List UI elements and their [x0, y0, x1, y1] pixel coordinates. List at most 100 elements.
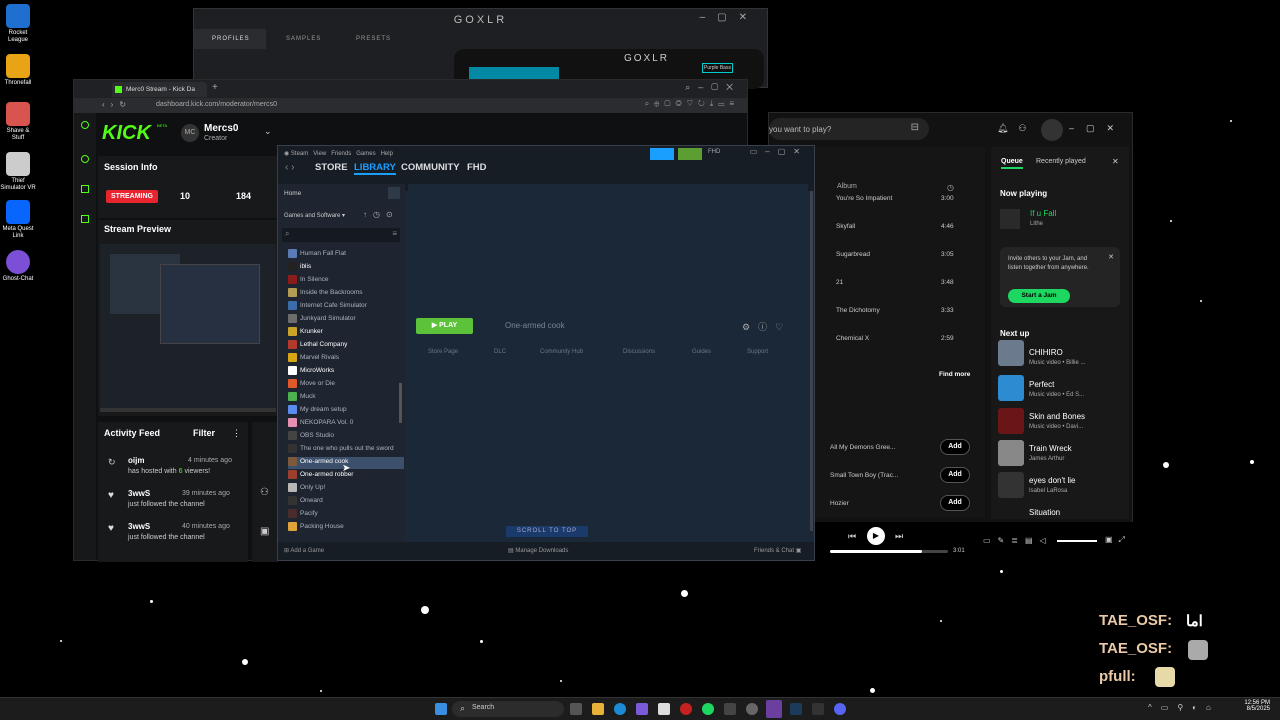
game-list-item[interactable]: Lethal Company — [288, 340, 404, 352]
people-icon[interactable]: ⚇ — [260, 487, 269, 498]
track-album[interactable]: 21 — [836, 279, 843, 286]
tab-guides[interactable]: Guides — [692, 349, 711, 355]
queue-track-title[interactable]: Perfect — [1029, 380, 1054, 389]
goxlr-tab-profiles[interactable]: PROFILES — [212, 36, 250, 42]
previous-icon[interactable]: ⏮ — [848, 531, 856, 542]
new-tab-icon[interactable]: + — [212, 82, 218, 93]
desktop-icon-meta-quest-link[interactable]: Meta Quest Link — [0, 200, 36, 240]
desktop-icon-ghost-chat[interactable]: Ghost-Chat — [0, 250, 36, 283]
task-view-icon[interactable] — [570, 703, 582, 715]
nav-store[interactable]: STORE — [315, 162, 348, 173]
game-list-item[interactable]: iblis — [288, 262, 404, 274]
add-track-button[interactable]: Add — [940, 495, 970, 511]
game-list-item[interactable]: MicroWorks — [288, 366, 404, 378]
profile-avatar[interactable] — [1041, 119, 1063, 141]
spotify-icon[interactable] — [702, 703, 714, 715]
capcut-icon[interactable] — [812, 703, 824, 715]
queue-track-sub[interactable]: Music video • Billie ... — [1029, 360, 1085, 366]
menu-friends[interactable]: Friends — [331, 151, 351, 157]
library-search-input[interactable]: ⌕ ≡ — [282, 228, 400, 242]
play-game-button[interactable]: ▶ PLAY — [416, 318, 473, 334]
discord-icon[interactable] — [834, 703, 846, 715]
queue-track-sub[interactable]: Isabel LaRosa — [1029, 488, 1067, 494]
game-list-item[interactable]: Junkyard Simulator — [288, 314, 404, 326]
channel-avatar[interactable]: MC — [181, 124, 199, 142]
recommended-track[interactable]: Small Town Boy (Trac... — [830, 472, 898, 479]
game-list-item[interactable]: Internet Cafe Simulator — [288, 301, 404, 313]
tab-support[interactable]: Support — [747, 349, 768, 355]
menu-view[interactable]: View — [313, 151, 326, 157]
desktop-icon-rocket-league[interactable]: Rocket League — [0, 4, 36, 44]
copilot-icon[interactable] — [636, 703, 648, 715]
game-list-item[interactable]: Muck — [288, 392, 404, 404]
library-filter-dropdown[interactable]: Games and Software ▾ — [284, 212, 345, 219]
feed-user[interactable]: oijm — [128, 456, 144, 465]
nav-library[interactable]: LIBRARY — [354, 162, 396, 175]
playback-progress[interactable] — [830, 550, 948, 553]
scroll-to-top-button[interactable]: SCROLL TO TOP — [506, 526, 588, 537]
tab-discussions[interactable]: Discussions — [623, 349, 655, 355]
grid-view-icon[interactable] — [388, 187, 400, 199]
sidebar-chat-icon[interactable] — [81, 215, 89, 223]
add-track-button[interactable]: Add — [940, 439, 970, 455]
start-windows-icon[interactable] — [435, 703, 447, 715]
now-playing-title[interactable]: If u Fall — [1030, 209, 1056, 218]
kick-logo[interactable]: KICK — [102, 122, 151, 145]
tab-dlc[interactable]: DLC — [494, 349, 506, 355]
obs-icon[interactable] — [766, 700, 782, 718]
sidebar-home-icon[interactable] — [81, 121, 89, 129]
game-list-item[interactable]: My dream setup — [288, 405, 404, 417]
add-game-button[interactable]: ⊞ Add a Game — [284, 547, 324, 554]
sidebar-video-icon[interactable] — [81, 185, 89, 193]
queue-track-title[interactable]: CHIHIRO — [1029, 348, 1063, 357]
game-list-item[interactable]: Move or Die — [288, 379, 404, 391]
now-playing-artist[interactable]: Lithe — [1030, 221, 1043, 227]
feed-user[interactable]: 3wwS — [128, 489, 150, 498]
friends-chat-button[interactable]: Friends & Chat ▣ — [754, 547, 801, 554]
add-track-button[interactable]: Add — [940, 467, 970, 483]
taskbar-search-box[interactable]: ⌕ Search — [452, 701, 564, 717]
game-list-item[interactable]: Marvel Rivals — [288, 353, 404, 365]
recommended-track[interactable]: All My Demons Gree... — [830, 444, 895, 451]
menu-help[interactable]: Help — [381, 151, 393, 157]
player-extra-icons[interactable]: ▭✎≣▤◁ — [983, 536, 1053, 545]
game-list-item[interactable]: Only Up! — [288, 483, 404, 495]
notifications-icon[interactable] — [678, 148, 702, 160]
recommended-track[interactable]: Hozier — [830, 500, 849, 507]
panel-icon[interactable]: ▣ — [260, 526, 269, 537]
announcements-icon[interactable] — [650, 148, 674, 160]
game-list-item[interactable]: Onward — [288, 496, 404, 508]
game-list-item[interactable]: OBS Studio — [288, 431, 404, 443]
track-album[interactable]: The Dichotomy — [836, 307, 880, 314]
game-list-item[interactable]: Packing House — [288, 522, 404, 534]
game-list-item[interactable]: In Silence — [288, 275, 404, 287]
goxlr-tab-presets[interactable]: PRESETS — [356, 36, 391, 42]
file-explorer-icon[interactable] — [592, 703, 604, 715]
steam-user-menu[interactable]: FHD — [708, 149, 720, 155]
library-home[interactable]: Home — [284, 190, 301, 197]
steam-window-controls[interactable]: ▭–▢✕ — [750, 147, 808, 156]
miniplayer-fullscreen-icons[interactable]: ▣⤢ — [1105, 535, 1131, 545]
system-tray-icons[interactable]: ^▭⚲◐⌂ — [1148, 703, 1220, 712]
settings-info-favorite-icons[interactable]: ⚙ⓘ♡ — [742, 320, 791, 333]
menu-games[interactable]: Games — [356, 151, 375, 157]
spotify-window-controls[interactable]: –▢✕ — [1069, 123, 1126, 134]
xbox-icon[interactable] — [724, 703, 736, 715]
taskbar-clock[interactable]: 12:56 PM 8/5/2025 — [1218, 700, 1270, 712]
goxlr-tab-samples[interactable]: SAMPLES — [286, 36, 321, 42]
stream-preview-video[interactable] — [100, 244, 276, 412]
game-list-item[interactable]: Human Fall Flat — [288, 249, 404, 261]
menu-steam[interactable]: Steam — [291, 151, 308, 157]
queue-track-title[interactable]: Situation — [1029, 508, 1060, 517]
browser-window-controls[interactable]: ⌕–▢✕ — [685, 82, 741, 93]
tab-store-page[interactable]: Store Page — [428, 349, 458, 355]
queue-track-sub[interactable]: Music video • Ed S... — [1029, 392, 1084, 398]
queue-track-sub[interactable]: James Arthur — [1029, 456, 1064, 462]
find-more-link[interactable]: Find more — [939, 371, 970, 378]
extension-icons[interactable]: ⌕⊕▢◎♡↻⤓▭≡ — [645, 99, 739, 109]
game-list-item[interactable]: The one who pulls out the sword — [288, 444, 404, 456]
queue-track-title[interactable]: Skin and Bones — [1029, 412, 1085, 421]
opera-icon[interactable] — [680, 703, 692, 715]
play-button[interactable]: ▶ — [867, 527, 885, 545]
url-field[interactable]: dashboard.kick.com/moderator/mercs0 — [156, 101, 277, 108]
